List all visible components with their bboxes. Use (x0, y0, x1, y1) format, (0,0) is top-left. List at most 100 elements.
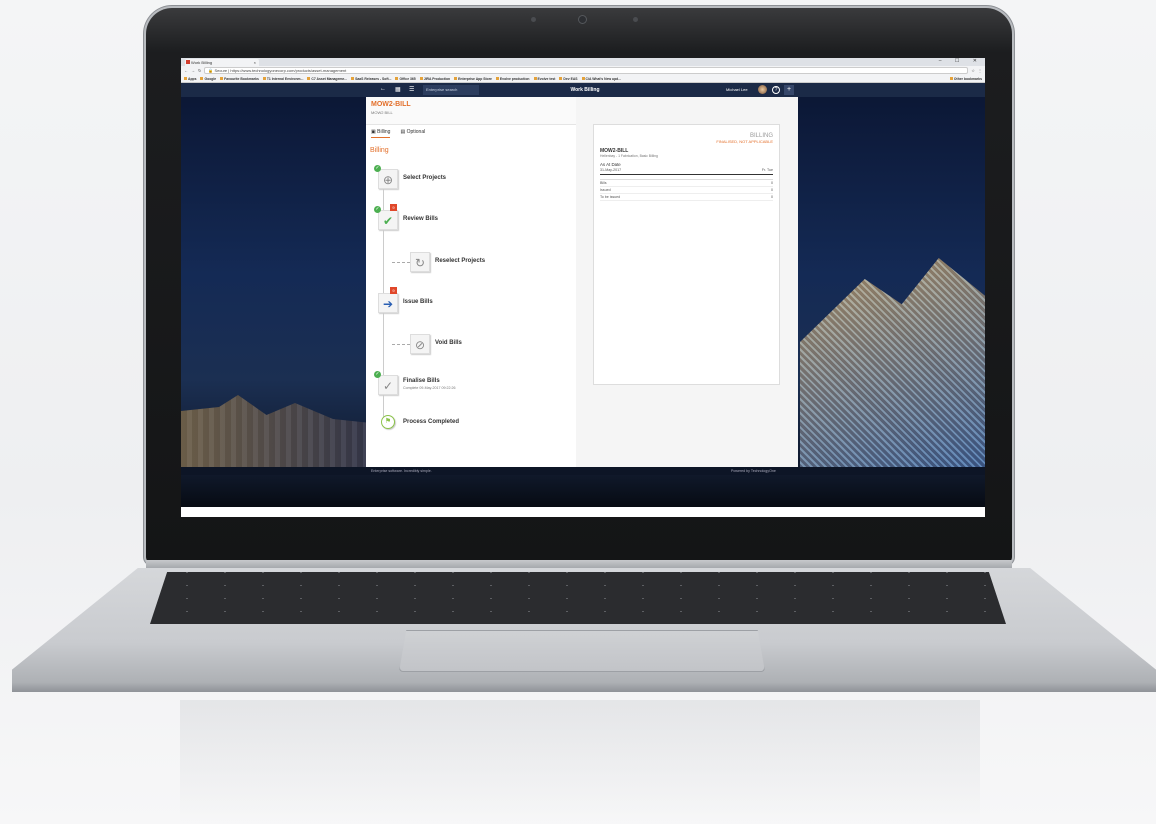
back-arrow-icon[interactable]: ← (380, 86, 386, 92)
bookmark-item[interactable]: SaaS Releases - Soft... (351, 76, 391, 81)
bookmark-item[interactable]: Google (200, 76, 216, 81)
tab-close-icon[interactable]: × (254, 60, 256, 65)
footer-tagline: Enterprise software. Incredibly simple. (371, 469, 432, 473)
billing-tab-icon: ▣ (371, 129, 376, 135)
bookmark-item[interactable]: T1 Internal Environm... (262, 76, 303, 81)
star-icon[interactable]: ☆ (971, 68, 975, 73)
floor-reflection (180, 700, 980, 824)
step-label: Select Projects (403, 175, 447, 181)
background-city-skyline (181, 395, 371, 467)
favicon-icon (186, 60, 190, 64)
url-text: https://www.technologyonecorp.com/produc… (230, 68, 347, 73)
optional-tab-icon: ▤ (400, 129, 406, 135)
other-bookmarks[interactable]: Other bookmarks (949, 76, 982, 81)
preview-status: FINALISED, NOT APPLICABLE (716, 139, 773, 144)
browser-tab[interactable]: Work Billing × (185, 59, 259, 66)
step-label: Reselect Projects (435, 258, 486, 264)
bookmark-item[interactable]: CiA What's New upd... (581, 76, 621, 81)
table-row: Issued 0 (600, 188, 773, 194)
work-billing-panel: MOW2-BILL MOW2 BILL ▣ Billing ▤ Optional… (366, 97, 798, 467)
add-icon[interactable]: + (784, 85, 794, 95)
step-issue-bills[interactable]: ➔ 9 Issue Bills (374, 287, 574, 317)
flag-icon: ⚑ (384, 418, 392, 425)
folder-icon (220, 77, 224, 80)
bookmark-item[interactable]: Dev EAS (559, 76, 578, 81)
as-at-value: 31-May-2017 (600, 168, 622, 172)
help-icon[interactable]: ? (772, 86, 780, 94)
tick-icon: ✓ (382, 379, 394, 393)
check-icon: ✓ (374, 165, 381, 172)
step-review-bills[interactable]: ✔ ✓ 9 Review Bills (374, 204, 574, 234)
bookmark-item[interactable]: Evolve production (495, 76, 530, 81)
bookmark-item[interactable]: C7 Asset Manageme... (307, 76, 347, 81)
table-row: Bills 0 (600, 181, 773, 187)
bookmark-icon (495, 77, 499, 80)
camera-lens (578, 15, 587, 24)
bookmark-item[interactable]: Favourite Bookmarks (220, 76, 259, 81)
step-reselect-projects[interactable]: ↻ Reselect Projects (374, 250, 574, 276)
bookmark-icon (307, 77, 311, 80)
avatar[interactable] (758, 85, 767, 94)
step-label: Process Completed (403, 419, 460, 425)
bookmark-item[interactable]: Office 365 (395, 76, 416, 81)
arrow-right-icon: ➔ (382, 297, 394, 311)
laptop-screen: Work Billing × – ☐ ✕ ← → ↻ 🔒 Secure | ht… (181, 58, 985, 517)
step-select-projects[interactable]: ⊕ ✓ Select Projects (374, 165, 574, 193)
add-circle-icon: ⊕ (382, 173, 394, 187)
user-name[interactable]: Michael Lee (726, 87, 748, 92)
section-title: Billing (370, 147, 389, 154)
step-process-completed: ⚑ Process Completed (374, 411, 574, 437)
lock-icon: 🔒 (208, 68, 214, 73)
preview-pane: BILLING FINALISED, NOT APPLICABLE MOW2-B… (576, 97, 798, 467)
count-badge: 9 (390, 287, 397, 294)
app-topbar: ← ▦ ☰ Enterprise search Work Billing Mic… (181, 83, 985, 97)
tab-optional[interactable]: ▤ Optional (400, 129, 425, 138)
address-bar: ← → ↻ 🔒 Secure | https://www.technologyo… (181, 66, 985, 75)
enterprise-search-input[interactable]: Enterprise search (423, 85, 479, 95)
footer-powered-by: Powered by TechnologyOne (731, 469, 776, 473)
reload-icon[interactable]: ↻ (198, 68, 201, 73)
bookmark-icon (351, 77, 355, 80)
step-box: ✔ (378, 210, 398, 230)
preview-table: Bills 0 Issued 0 To be issued 0 (600, 179, 773, 201)
bookmark-icon (559, 77, 563, 80)
refresh-icon: ↻ (414, 256, 426, 270)
grid-icon[interactable]: ▦ (395, 86, 401, 93)
step-box: ⚑ (381, 415, 395, 429)
hamburger-menu-icon[interactable]: ☰ (409, 86, 414, 93)
menu-dots-icon[interactable]: ⋮ (978, 68, 982, 73)
void-icon: ⊘ (414, 338, 426, 352)
tab-billing[interactable]: ▣ Billing (371, 129, 391, 138)
as-at-label: As At Date (600, 162, 621, 167)
apps-icon (184, 77, 187, 80)
step-void-bills[interactable]: ⊘ Void Bills (374, 332, 574, 358)
window-controls[interactable]: – ☐ ✕ (939, 58, 983, 64)
step-box: ↻ (410, 252, 430, 272)
as-at-row: 31-May-2017 Fr. Tue (600, 168, 773, 172)
table-row: To be issued 0 (600, 195, 773, 201)
page-icon (262, 77, 266, 80)
back-icon[interactable]: ← (184, 68, 188, 73)
bookmark-item[interactable]: Enterprise App Store (454, 76, 492, 81)
branch-connector (392, 262, 410, 263)
bookmark-item[interactable]: Evolve test (533, 76, 555, 81)
step-box: ⊕ (378, 169, 398, 189)
count-badge: 9 (390, 204, 397, 211)
step-box: ✓ (378, 375, 398, 395)
bookmark-item[interactable]: JIRA Production (419, 76, 450, 81)
bookmark-icon (581, 77, 585, 80)
url-field[interactable]: 🔒 Secure | https://www.technologyonecorp… (204, 67, 969, 74)
step-box: ➔ (378, 293, 398, 313)
folder-icon (949, 77, 953, 80)
billing-preview-document: BILLING FINALISED, NOT APPLICABLE MOW2-B… (593, 124, 780, 385)
preview-divider (600, 174, 773, 175)
step-sublabel: Complete 09-May-2017 09:22:26 (403, 386, 456, 390)
step-finalise-bills[interactable]: ✓ ✓ Finalise Bills Complete 09-May-2017 … (374, 371, 574, 399)
forward-icon[interactable]: → (191, 68, 195, 73)
bookmark-icon (533, 77, 537, 80)
step-label: Void Bills (435, 340, 462, 346)
step-box: ⊘ (410, 334, 430, 354)
background-bridge (800, 258, 985, 468)
bookmark-item[interactable]: Apps (184, 76, 196, 81)
as-at-extra: Fr. Tue (761, 168, 773, 172)
